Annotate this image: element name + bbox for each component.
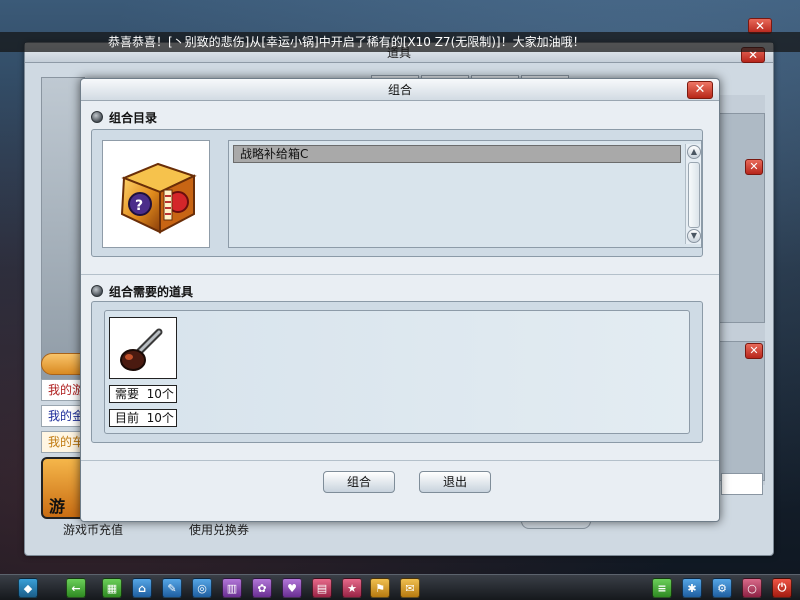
calendar-icon[interactable]: ▥ (222, 578, 242, 598)
flag-icon[interactable]: ⚑ (370, 578, 390, 598)
combine-dialog: 组合 ✕ 组合目录 ? 战略补给箱C ▲ ▼ 组合需要的道具 需要 10个 目前… (80, 78, 720, 522)
bullet-icon (91, 111, 103, 123)
team-icon[interactable]: ✿ (252, 578, 272, 598)
catalog-heading: 组合目录 (91, 108, 157, 126)
recharge-link[interactable]: 游戏币充值 (63, 521, 123, 538)
mallet-item-icon (120, 328, 163, 371)
right-panel-top-close-button[interactable]: ✕ (745, 159, 763, 175)
right-panel-bottom-close-button[interactable]: ✕ (745, 343, 763, 359)
combine-button[interactable]: 组合 (323, 471, 395, 493)
footer-divider (81, 460, 719, 461)
required-current-row: 目前 10个 (109, 409, 177, 427)
items-bottom-field[interactable] (721, 473, 763, 495)
svg-text:?: ? (135, 198, 143, 214)
current-label: 目前 (115, 411, 140, 425)
character-preview (41, 77, 85, 399)
announcement-banner: 恭喜恭喜！[丶别致的悲伤]从[幸运小锅]中开启了稀有的[X10 Z7(无限制)]… (0, 32, 800, 52)
scroll-down-icon[interactable]: ▼ (687, 229, 701, 243)
need-value: 10个 (146, 387, 174, 401)
catalog-list-item[interactable]: 战略补给箱C (233, 145, 681, 163)
power-icon[interactable]: ⏻ (772, 578, 792, 598)
need-label: 需要 (115, 387, 140, 401)
right-panel-top (719, 113, 765, 323)
required-panel: 需要 10个 目前 10个 (91, 301, 703, 443)
selected-item-thumbnail: ? (102, 140, 210, 248)
taskbar: ◆ ← ▦ ⌂ ✎ ◎ ▥ ✿ ♥ ▤ ★ ⚑ ✉ ≡ ✱ ⚙ ○ ⏻ (0, 574, 800, 600)
exit-button[interactable]: 退出 (419, 471, 491, 493)
voucher-link[interactable]: 使用兑换券 (189, 521, 249, 538)
right-panel-bottom (719, 341, 765, 481)
required-item-thumbnail (109, 317, 177, 379)
message-icon[interactable]: ✉ (400, 578, 420, 598)
dialog-title: 组合 (81, 79, 719, 101)
scroll-up-icon[interactable]: ▲ (687, 145, 701, 159)
scroll-thumb[interactable] (688, 162, 700, 228)
home-icon[interactable]: ⌂ (132, 578, 152, 598)
wrench-icon[interactable]: ✎ (162, 578, 182, 598)
current-value: 10个 (146, 411, 174, 425)
item-box-icon[interactable]: ◎ (192, 578, 212, 598)
catalog-panel: ? 战略补给箱C ▲ ▼ (91, 129, 703, 257)
shop-cart-icon[interactable]: ▦ (102, 578, 122, 598)
back-arrow-icon[interactable]: ← (66, 578, 86, 598)
section-divider (81, 274, 719, 275)
stars-icon[interactable]: ★ (342, 578, 362, 598)
catalog-heading-label: 组合目录 (109, 110, 158, 125)
combine-catalog-list: 战略补给箱C ▲ ▼ (228, 140, 702, 248)
puzzle-icon[interactable]: ✱ (682, 578, 702, 598)
catalog-scrollbar[interactable]: ▲ ▼ (685, 144, 701, 244)
windows-logo-icon[interactable]: ◆ (18, 578, 38, 598)
dialog-close-button[interactable]: ✕ (687, 81, 713, 99)
required-items-area: 需要 10个 目前 10个 (104, 310, 690, 434)
required-heading: 组合需要的道具 (91, 282, 193, 300)
bullet-icon (91, 285, 103, 297)
items-right-column: ✕ ✕ (719, 95, 765, 485)
required-need-row: 需要 10个 (109, 385, 177, 403)
gift-icon[interactable]: ♥ (282, 578, 302, 598)
required-heading-label: 组合需要的道具 (109, 284, 194, 299)
settings-gear-icon[interactable]: ⚙ (712, 578, 732, 598)
search-icon[interactable]: ○ (742, 578, 762, 598)
book-icon[interactable]: ▤ (312, 578, 332, 598)
notebook-icon[interactable]: ≡ (652, 578, 672, 598)
supply-box-icon: ? (120, 162, 197, 234)
